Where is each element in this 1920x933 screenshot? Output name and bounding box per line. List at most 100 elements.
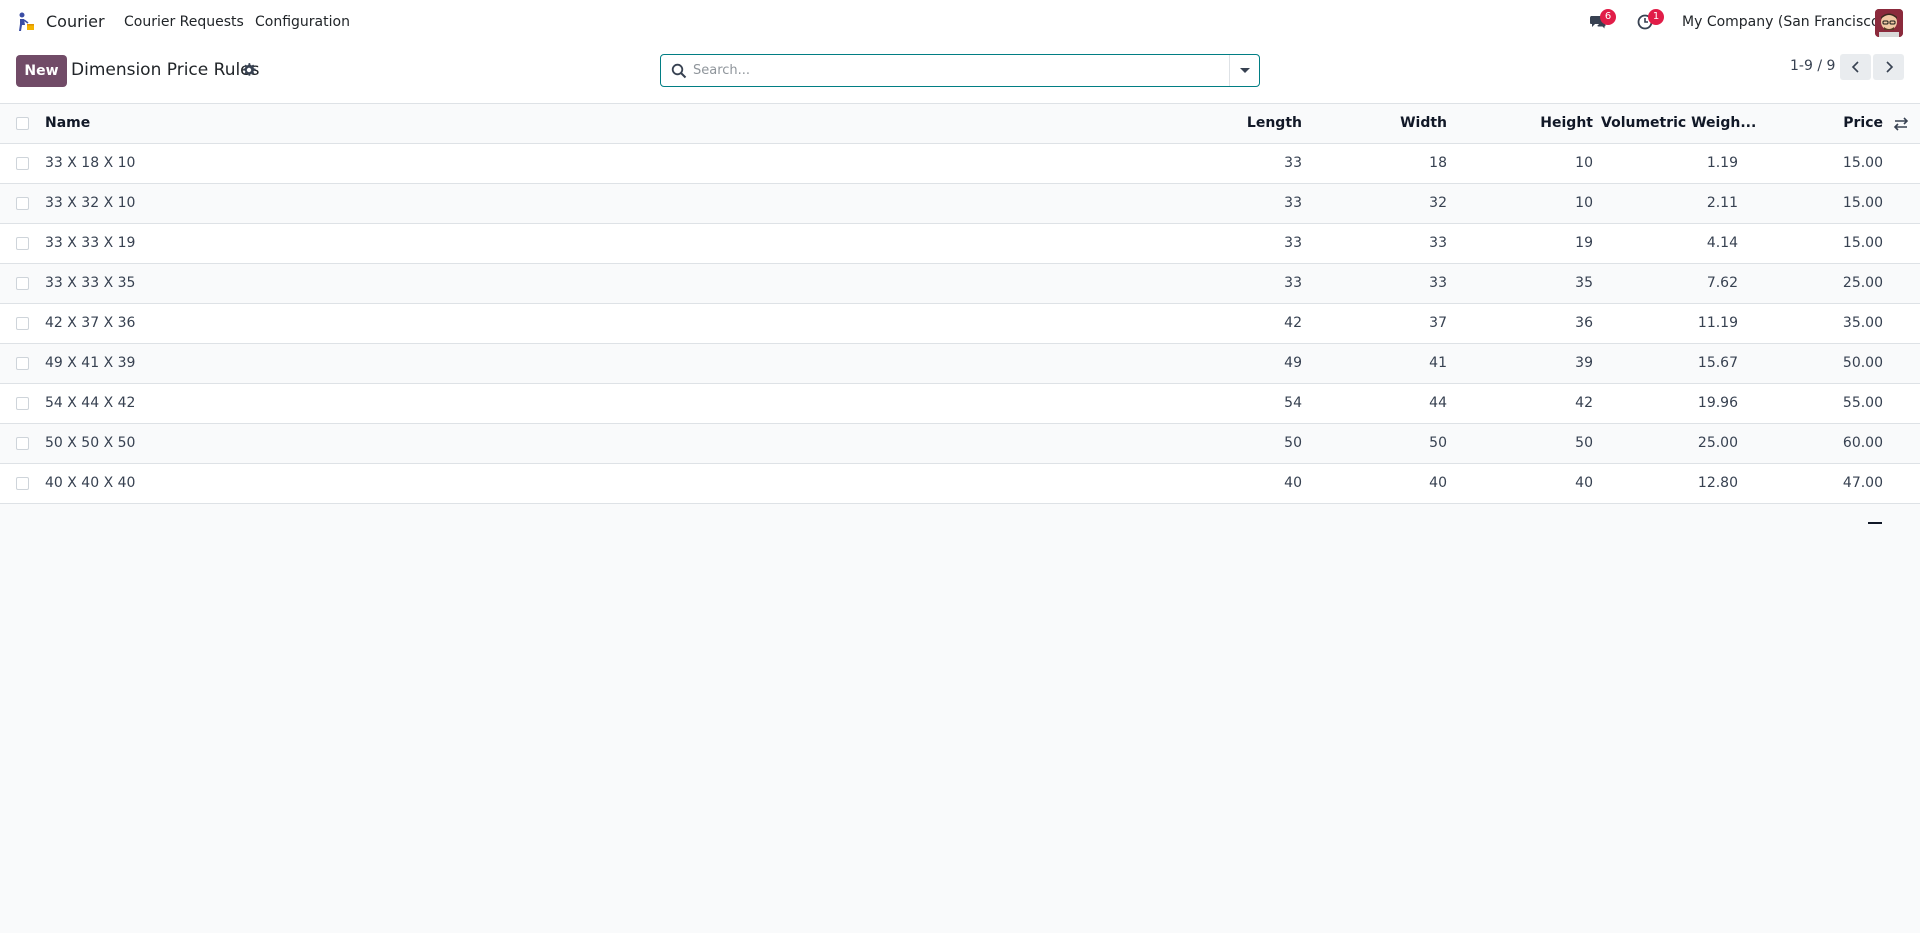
user-avatar[interactable] — [1875, 9, 1903, 37]
cell-price: 15.00 — [1842, 155, 1883, 171]
table-row[interactable]: 49 X 41 X 39 49 41 39 15.67 50.00 — [0, 344, 1920, 384]
table-row[interactable]: 33 X 33 X 35 33 33 35 7.62 25.00 — [0, 264, 1920, 304]
cell-price: 15.00 — [1842, 235, 1883, 251]
cell-volumetric-weight: 1.19 — [1706, 155, 1738, 171]
cell-width: 41 — [1429, 355, 1447, 371]
cell-name: 33 X 18 X 10 — [45, 155, 136, 171]
cell-height: 39 — [1575, 355, 1593, 371]
pager-next-button[interactable] — [1873, 54, 1904, 80]
pager-value[interactable]: 1-9 / 9 — [1790, 58, 1835, 74]
search-bar — [660, 54, 1260, 87]
cell-length: 33 — [1284, 195, 1302, 211]
cell-price: 15.00 — [1842, 195, 1883, 211]
cell-name: 40 X 40 X 40 — [45, 475, 136, 491]
table-row[interactable]: 40 X 40 X 40 40 40 40 12.80 47.00 — [0, 464, 1920, 504]
new-button[interactable]: New — [16, 55, 67, 87]
column-header-width[interactable]: Width — [1400, 115, 1447, 131]
table-header: Name Length Width Height Volumetric Weig… — [0, 104, 1920, 144]
courier-app-icon[interactable] — [16, 11, 36, 33]
cell-length: 33 — [1284, 275, 1302, 291]
cell-height: 19 — [1575, 235, 1593, 251]
chevron-left-icon — [1851, 61, 1859, 73]
row-checkbox[interactable] — [16, 477, 29, 490]
select-all-checkbox[interactable] — [16, 117, 29, 130]
search-options-toggle[interactable] — [1229, 55, 1259, 86]
row-checkbox[interactable] — [16, 197, 29, 210]
company-switcher[interactable]: My Company (San Francisco) — [1682, 14, 1885, 30]
cell-length: 33 — [1284, 155, 1302, 171]
table-row[interactable]: 50 X 50 X 50 50 50 50 25.00 60.00 — [0, 424, 1920, 464]
cell-price: 35.00 — [1842, 315, 1883, 331]
cell-volumetric-weight: 15.67 — [1697, 355, 1738, 371]
cell-length: 50 — [1284, 435, 1302, 451]
cell-name: 33 X 32 X 10 — [45, 195, 136, 211]
table-row[interactable]: 33 X 33 X 19 33 33 19 4.14 15.00 — [0, 224, 1920, 264]
cell-length: 42 — [1284, 315, 1302, 331]
search-icon — [671, 63, 687, 79]
cell-width: 33 — [1429, 235, 1447, 251]
cell-length: 49 — [1284, 355, 1302, 371]
cell-price: 55.00 — [1842, 395, 1883, 411]
avatar-image — [1875, 9, 1903, 37]
cell-length: 40 — [1284, 475, 1302, 491]
optional-columns-icon[interactable] — [1893, 116, 1909, 132]
cell-price: 50.00 — [1842, 355, 1883, 371]
cell-height: 10 — [1575, 195, 1593, 211]
row-checkbox[interactable] — [16, 277, 29, 290]
menu-configuration[interactable]: Configuration — [255, 14, 350, 30]
cell-name: 49 X 41 X 39 — [45, 355, 136, 371]
control-panel: New Dimension Price Rules 1-9 / 9 — [0, 45, 1920, 104]
cell-width: 37 — [1429, 315, 1447, 331]
cell-volumetric-weight: 19.96 — [1697, 395, 1738, 411]
activities-button[interactable]: 1 — [1637, 9, 1664, 33]
row-checkbox[interactable] — [16, 437, 29, 450]
cell-width: 18 — [1429, 155, 1447, 171]
column-header-volumetric-weight[interactable]: Volumetric Weigh... — [1601, 115, 1756, 131]
table-row[interactable]: 33 X 32 X 10 33 32 10 2.11 15.00 — [0, 184, 1920, 224]
pager-previous-button[interactable] — [1840, 54, 1871, 80]
messages-count-badge: 6 — [1600, 9, 1616, 25]
chevron-right-icon — [1885, 61, 1893, 73]
cell-volumetric-weight: 25.00 — [1697, 435, 1738, 451]
column-header-length[interactable]: Length — [1247, 115, 1302, 131]
cell-name: 50 X 50 X 50 — [45, 435, 136, 451]
cell-volumetric-weight: 2.11 — [1706, 195, 1738, 211]
cell-width: 32 — [1429, 195, 1447, 211]
activities-count-badge: 1 — [1648, 9, 1664, 25]
row-checkbox[interactable] — [16, 357, 29, 370]
gear-icon[interactable] — [241, 62, 257, 78]
cell-name: 42 X 37 X 36 — [45, 315, 136, 331]
cell-price: 60.00 — [1842, 435, 1883, 451]
top-navbar: Courier Courier Requests Configuration 6… — [0, 0, 1920, 45]
row-checkbox[interactable] — [16, 397, 29, 410]
cell-volumetric-weight: 4.14 — [1706, 235, 1738, 251]
column-header-height[interactable]: Height — [1540, 115, 1593, 131]
cell-height: 40 — [1575, 475, 1593, 491]
cell-width: 40 — [1429, 475, 1447, 491]
menu-courier-requests[interactable]: Courier Requests — [124, 14, 244, 30]
footer-aggregate-dash — [1868, 522, 1882, 524]
cell-height: 35 — [1575, 275, 1593, 291]
messages-button[interactable]: 6 — [1589, 9, 1616, 33]
cell-price: 47.00 — [1842, 475, 1883, 491]
cell-width: 50 — [1429, 435, 1447, 451]
table-row[interactable]: 54 X 44 X 42 54 44 42 19.96 55.00 — [0, 384, 1920, 424]
row-checkbox[interactable] — [16, 157, 29, 170]
row-checkbox[interactable] — [16, 237, 29, 250]
caret-down-icon — [1239, 68, 1250, 73]
cell-width: 44 — [1429, 395, 1447, 411]
cell-width: 33 — [1429, 275, 1447, 291]
records-table: Name Length Width Height Volumetric Weig… — [0, 104, 1920, 504]
cell-price: 25.00 — [1842, 275, 1883, 291]
search-input[interactable] — [693, 56, 1223, 85]
table-row[interactable]: 33 X 18 X 10 33 18 10 1.19 15.00 — [0, 144, 1920, 184]
app-name[interactable]: Courier — [46, 12, 105, 31]
column-header-price[interactable]: Price — [1843, 115, 1883, 131]
column-header-name[interactable]: Name — [45, 115, 90, 131]
cell-volumetric-weight: 12.80 — [1697, 475, 1738, 491]
cell-name: 33 X 33 X 19 — [45, 235, 136, 251]
table-row[interactable]: 42 X 37 X 36 42 37 36 11.19 35.00 — [0, 304, 1920, 344]
row-checkbox[interactable] — [16, 317, 29, 330]
cell-height: 50 — [1575, 435, 1593, 451]
cell-name: 54 X 44 X 42 — [45, 395, 136, 411]
